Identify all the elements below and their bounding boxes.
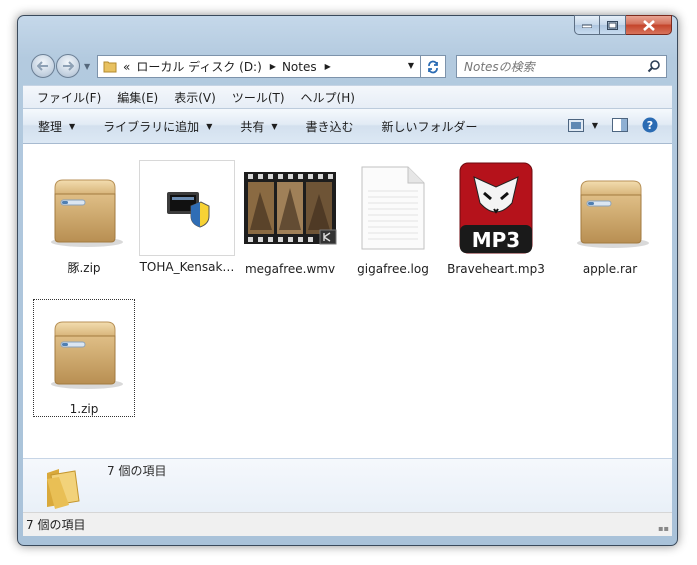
file-name: TOHA_Kensak… xyxy=(139,260,235,274)
view-icon xyxy=(567,118,584,132)
details-pane: 7 個の項目 xyxy=(23,458,672,512)
breadcrumb-notes[interactable]: Notes ▶ xyxy=(282,60,331,74)
navigation-bar: ▼ « ローカル ディスク (D:) ▶ Notes ▶ ▼ xyxy=(23,51,672,81)
svg-text:?: ? xyxy=(647,119,653,132)
file-name: apple.rar xyxy=(582,262,638,276)
mp3-fox-icon: MP3 xyxy=(459,162,533,254)
preview-pane-button[interactable] xyxy=(612,118,628,132)
menu-help[interactable]: ヘルプ(H) xyxy=(301,89,355,106)
chevron-down-icon: ▼ xyxy=(271,121,278,131)
menu-file[interactable]: ファイル(F) xyxy=(37,89,101,106)
resize-grip-icon[interactable]: ▪▪ xyxy=(658,524,669,533)
burn-button[interactable]: 書き込む xyxy=(306,118,354,135)
organize-button[interactable]: 整理 ▼ xyxy=(38,118,75,135)
back-arrow-icon xyxy=(37,61,48,71)
menu-bar: ファイル(F) 編集(E) 表示(V) ツール(T) ヘルプ(H) xyxy=(23,85,672,109)
view-controls: ▼ ? xyxy=(554,117,658,133)
breadcrumb-overflow[interactable]: « xyxy=(123,60,130,74)
recent-pages-dropdown-icon[interactable]: ▼ xyxy=(84,62,90,71)
help-button[interactable]: ? xyxy=(642,117,658,133)
file-item[interactable]: apple.rar xyxy=(559,158,661,276)
preview-pane-icon xyxy=(612,118,628,132)
organize-label: 整理 xyxy=(38,119,63,134)
back-button[interactable] xyxy=(31,54,55,78)
file-name: 豚.zip xyxy=(67,261,101,275)
item-count: 7 個の項目 xyxy=(107,464,167,478)
change-view-button[interactable]: ▼ xyxy=(567,118,598,132)
breadcrumb-drive[interactable]: ローカル ディスク (D:) ▶ xyxy=(136,58,276,75)
help-icon: ? xyxy=(642,117,658,133)
archive-box-icon xyxy=(51,179,123,247)
installer-shield-icon xyxy=(167,192,210,228)
svg-text:MP3: MP3 xyxy=(472,228,520,252)
status-text: 7 個の項目 xyxy=(26,518,86,532)
forward-button[interactable] xyxy=(56,54,80,78)
share-label: 共有 xyxy=(240,119,265,134)
chevron-right-icon[interactable]: ▶ xyxy=(325,62,331,71)
file-item[interactable]: TOHA_Kensak… xyxy=(136,158,238,276)
archive-box-icon xyxy=(51,321,123,389)
search-input[interactable] xyxy=(464,59,634,74)
file-item[interactable]: 豚.zip xyxy=(33,158,135,276)
folder-icon xyxy=(47,469,80,509)
refresh-button[interactable] xyxy=(421,55,446,78)
menu-tools[interactable]: ツール(T) xyxy=(232,89,285,106)
text-document-icon xyxy=(361,166,425,250)
command-bar: 整理 ▼ ライブラリに追加 ▼ 共有 ▼ 書き込む 新しいフォルダー ▼ ? xyxy=(23,109,672,144)
chevron-down-icon: ▼ xyxy=(69,121,76,131)
add-to-library-button[interactable]: ライブラリに追加 ▼ xyxy=(103,118,212,135)
forward-arrow-icon xyxy=(63,61,74,71)
search-icon[interactable] xyxy=(647,59,661,73)
address-bar[interactable]: « ローカル ディスク (D:) ▶ Notes ▶ ▼ xyxy=(97,55,421,78)
refresh-icon xyxy=(428,60,438,73)
file-item[interactable]: gigafree.log xyxy=(342,158,444,276)
search-box[interactable] xyxy=(456,55,667,78)
file-item[interactable]: megafree.wmv xyxy=(239,158,341,276)
video-filmstrip-icon xyxy=(244,172,337,245)
menu-edit[interactable]: 編集(E) xyxy=(117,89,158,106)
chevron-down-icon: ▼ xyxy=(206,121,213,131)
file-item[interactable]: MP3 Braveheart.mp3 xyxy=(445,158,547,276)
add-to-library-label: ライブラリに追加 xyxy=(103,119,200,134)
file-name: 1.zip xyxy=(69,402,99,416)
new-folder-button[interactable]: 新しいフォルダー xyxy=(382,118,478,135)
new-folder-label: 新しいフォルダー xyxy=(381,119,478,134)
archive-box-icon xyxy=(577,180,649,248)
chevron-right-icon[interactable]: ▶ xyxy=(270,62,276,71)
back-forward-group: ▼ xyxy=(25,52,90,80)
folder-icon xyxy=(103,61,117,73)
explorer-window: ▼ « ローカル ディスク (D:)▶ Notes▶ ▼ ファイル(F) 編集(… xyxy=(17,15,678,546)
status-bar: 7 個の項目 ▪▪ xyxy=(23,512,672,536)
file-name: megafree.wmv xyxy=(244,262,336,276)
file-list: 豚.zip TOHA_Kensak… megafree.wmv gigafree… xyxy=(23,144,672,458)
burn-label: 書き込む xyxy=(305,119,354,134)
address-history-dropdown-icon[interactable]: ▼ xyxy=(408,61,414,70)
share-button[interactable]: 共有 ▼ xyxy=(240,118,277,135)
menu-view[interactable]: 表示(V) xyxy=(174,89,216,106)
file-item[interactable]: 1.zip xyxy=(33,299,135,417)
file-name: gigafree.log xyxy=(357,262,429,276)
chevron-down-icon[interactable]: ▼ xyxy=(592,121,598,130)
file-name: Braveheart.mp3 xyxy=(447,262,545,276)
